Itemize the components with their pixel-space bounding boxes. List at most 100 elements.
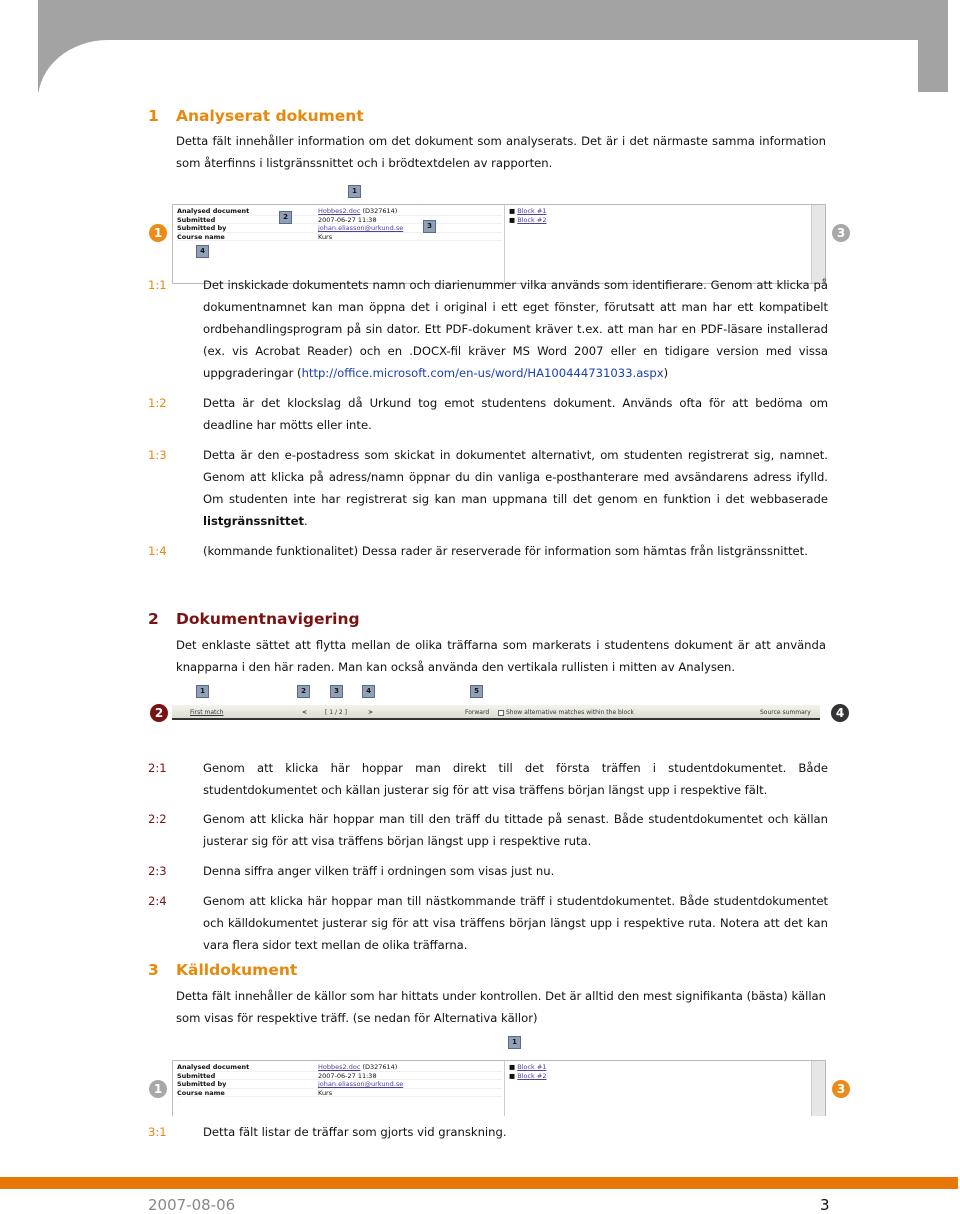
section-title: Källdokument: [176, 961, 298, 979]
bullet-icon: ■: [509, 207, 516, 215]
definition-1-3: 1:3 Detta är den e-postadress som skickat…: [148, 444, 828, 532]
definition-text: Genom att klicka här hoppar man till näs…: [203, 894, 828, 952]
section-number: 3: [148, 961, 159, 979]
section-title: Dokumentnavigering: [176, 610, 360, 628]
scrollbar[interactable]: [811, 205, 825, 283]
table-row: Course name Kurs: [177, 1088, 502, 1097]
callout-box-5: 5: [470, 685, 483, 698]
definition-label: 1:3: [148, 448, 167, 462]
section-number: 1: [148, 107, 159, 125]
checkbox-label: Show alternative matches within the bloc…: [506, 709, 634, 716]
bold-term: listgränssnittet: [203, 514, 305, 528]
row-value: (D327614): [360, 207, 398, 215]
navigation-toolbar: First match < [ 1 / 2 ] > Forward Show a…: [172, 705, 820, 720]
block-list: ■ Block #1 ■ Block #2: [509, 1063, 546, 1080]
document-info-table: Analysed document Hobbes2.doc (D327614) S…: [177, 1063, 502, 1097]
section-2-heading: 2 Dokumentnavigering: [148, 610, 360, 628]
definition-1-1: 1:1 Det inskickade dokumentets namn och d…: [148, 274, 828, 384]
callout-box-2: 2: [279, 211, 292, 224]
block-link-2[interactable]: Block #2: [517, 1072, 546, 1080]
block-link-2[interactable]: Block #2: [517, 216, 546, 224]
definition-label: 2:3: [148, 864, 167, 878]
callout-box-2: 2: [297, 685, 310, 698]
definition-2-4: 2:4 Genom att klicka här hoppar man till …: [148, 890, 828, 956]
row-value: Kurs: [318, 232, 333, 241]
section-1-intro: Detta fält innehåller information om det…: [176, 134, 826, 170]
callout-box-1: 1: [508, 1036, 521, 1049]
block-link-1[interactable]: Block #1: [517, 207, 546, 215]
source-summary-button[interactable]: Source summary: [760, 709, 811, 716]
document-info-table: Analysed document Hobbes2.doc (D327614) S…: [177, 207, 502, 241]
block-link-1[interactable]: Block #1: [517, 1063, 546, 1071]
row-key: Analysed document: [177, 1063, 250, 1071]
text-suffix: .: [304, 514, 308, 528]
callout-circle-2: 2: [150, 704, 168, 722]
table-row: Submitted by johan.eliasson@urkund.se: [177, 224, 502, 233]
section-1-heading: 1 Analyserat dokument: [148, 107, 364, 125]
definition-label: 2:1: [148, 761, 167, 775]
definition-1-4: 1:4 (kommande funktionalitet) Dessa rader…: [148, 540, 828, 562]
document-panel-screenshot: Analysed document Hobbes2.doc (D327614) S…: [172, 204, 826, 284]
row-key: Submitted by: [177, 224, 227, 232]
callout-box-3: 3: [330, 685, 343, 698]
definition-text: Detta fält listar de träffar som gjorts …: [203, 1125, 507, 1139]
section-title: Analyserat dokument: [176, 107, 364, 125]
callout-circle-1: 1: [149, 224, 167, 242]
footer-date: 2007-08-06: [148, 1196, 236, 1214]
definition-label: 1:1: [148, 278, 167, 292]
callout-circle-4: 4: [831, 704, 849, 722]
section-number: 2: [148, 610, 159, 628]
page-number: 3: [820, 1196, 830, 1214]
callout-circle-3: 3: [832, 1080, 850, 1098]
row-key: Submitted by: [177, 1080, 227, 1088]
section-3-heading: 3 Källdokument: [148, 961, 297, 979]
office-link[interactable]: http://office.microsoft.com/en-us/word/H…: [302, 366, 664, 380]
callout-box-3: 3: [423, 220, 436, 233]
row-key: Course name: [177, 1088, 225, 1097]
definition-2-3: 2:3 Denna siffra anger vilken träff i ord…: [148, 860, 828, 882]
alternative-matches-checkbox[interactable]: [498, 709, 504, 716]
document-link[interactable]: Hobbes2.doc: [318, 207, 360, 215]
next-button[interactable]: >: [368, 709, 373, 716]
callout-box-1: 1: [196, 685, 209, 698]
definition-text: Denna siffra anger vilken träff i ordnin…: [203, 864, 555, 878]
definition-2-1: 2:1 Genom att klicka här hoppar man direk…: [148, 757, 828, 801]
callout-box-4: 4: [196, 245, 209, 258]
table-row: Submitted 2007-06-27 11:38: [177, 215, 502, 224]
table-row: Course name Kurs: [177, 232, 502, 241]
email-link[interactable]: johan.eliasson@urkund.se: [318, 1080, 403, 1088]
previous-button[interactable]: <: [302, 709, 307, 716]
first-match-button[interactable]: First match: [190, 709, 224, 716]
email-link[interactable]: johan.eliasson@urkund.se: [318, 224, 403, 232]
definition-label: 1:2: [148, 396, 167, 410]
text-suffix: ): [663, 366, 669, 380]
definition-1-2: 1:2 Detta är det klockslag då Urkund tog …: [148, 392, 828, 436]
scrollbar[interactable]: [811, 1061, 825, 1116]
row-value: Kurs: [318, 1088, 333, 1097]
bullet-icon: ■: [509, 215, 516, 224]
row-key: Submitted: [177, 215, 216, 224]
definition-text: (kommande funktionalitet) Dessa rader är…: [203, 544, 808, 558]
table-row: Submitted 2007-06-27 11:38: [177, 1072, 502, 1080]
match-counter: [ 1 / 2 ]: [325, 709, 347, 716]
row-value: (D327614): [360, 1063, 398, 1071]
bullet-icon: ■: [509, 1071, 516, 1080]
document-link[interactable]: Hobbes2.doc: [318, 1063, 360, 1071]
definition-text: Genom att klicka här hoppar man direkt t…: [203, 761, 828, 797]
callout-circle-3: 3: [832, 224, 850, 242]
row-value: 2007-06-27 11:38: [318, 215, 377, 224]
table-row: Analysed document Hobbes2.doc (D327614): [177, 1063, 502, 1072]
definition-2-2: 2:2 Genom att klicka här hoppar man till …: [148, 808, 828, 852]
section-2-intro: Det enklaste sättet att flytta mellan de…: [176, 638, 826, 674]
bullet-icon: ■: [509, 1063, 516, 1071]
definition-label: 1:4: [148, 544, 167, 558]
footer-bar: [0, 1177, 958, 1189]
callout-circle-1: 1: [149, 1080, 167, 1098]
definition-label: 2:2: [148, 812, 167, 826]
source-panel-screenshot: Analysed document Hobbes2.doc (D327614) S…: [172, 1060, 826, 1116]
row-key: Analysed document: [177, 207, 250, 215]
definition-text: Detta är den e-postadress som skickat in…: [203, 448, 828, 506]
forward-button[interactable]: Forward: [465, 709, 489, 716]
row-key: Course name: [177, 232, 225, 241]
definition-text: Genom att klicka här hoppar man till den…: [203, 812, 828, 848]
